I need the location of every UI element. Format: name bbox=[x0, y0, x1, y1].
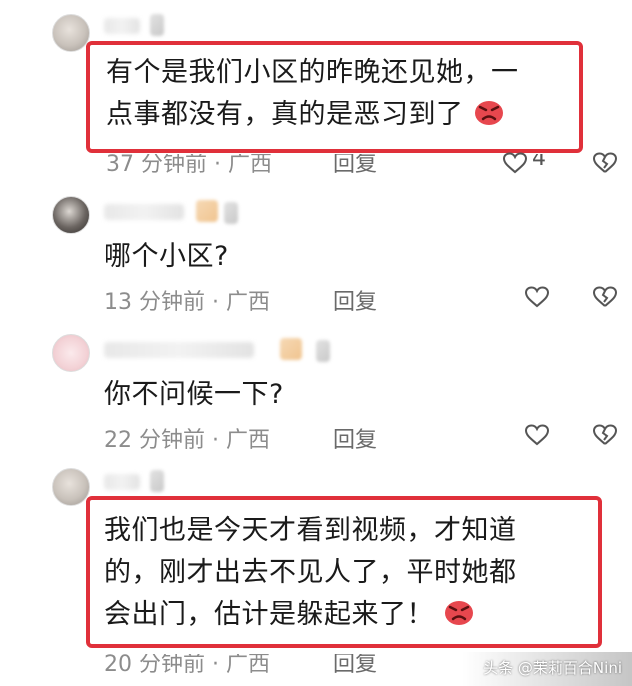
blurred-badge bbox=[150, 470, 164, 492]
avatar[interactable] bbox=[52, 334, 90, 372]
angry-face-icon bbox=[445, 601, 474, 625]
reply-button[interactable]: 回复 bbox=[333, 654, 377, 678]
comment-line: 会出门，估计是躲起来了！ bbox=[104, 599, 434, 630]
heart-icon[interactable] bbox=[524, 424, 550, 446]
comment-line: 点事都没有，真的是恶习到了 bbox=[106, 99, 464, 130]
comment-text: 哪个小区? bbox=[104, 241, 229, 272]
blurred-badge bbox=[280, 338, 302, 360]
comment-text: 有个是我们小区的昨晚还见她，一 点事都没有，真的是恶习到了 bbox=[106, 52, 519, 136]
reply-button[interactable]: 回复 bbox=[333, 284, 377, 316]
avatar[interactable] bbox=[52, 468, 90, 506]
avatar[interactable] bbox=[52, 14, 90, 52]
heart-icon[interactable] bbox=[502, 152, 528, 174]
comment-text: 我们也是今天才看到视频，才知道 的，刚才出去不见人了，平时她都 会出门，估计是躲… bbox=[104, 510, 517, 636]
blurred-username bbox=[104, 342, 254, 358]
comment-meta: 22 分钟前 · 广西 bbox=[104, 428, 270, 453]
comment-text: 你不问候一下? bbox=[104, 379, 284, 410]
comment-line: 的，刚才出去不见人了，平时她都 bbox=[104, 557, 517, 588]
blurred-username bbox=[104, 18, 140, 34]
comment-line: 有个是我们小区的昨晚还见她，一 bbox=[106, 57, 519, 88]
avatar[interactable] bbox=[52, 196, 90, 234]
blurred-username bbox=[104, 474, 140, 490]
blurred-badge bbox=[224, 202, 238, 224]
blurred-badge bbox=[196, 200, 218, 222]
broken-heart-icon[interactable] bbox=[592, 152, 618, 174]
heart-icon[interactable] bbox=[524, 286, 550, 308]
angry-face-icon bbox=[474, 101, 503, 125]
comment-meta: 13 分钟前 · 广西 bbox=[104, 290, 270, 315]
blurred-username bbox=[104, 204, 184, 220]
blurred-badge bbox=[316, 340, 330, 362]
comment-line: 我们也是今天才看到视频，才知道 bbox=[104, 515, 517, 546]
broken-heart-icon[interactable] bbox=[592, 286, 618, 308]
watermark: 头条 @茉莉百合Nini bbox=[483, 659, 622, 677]
reply-button[interactable]: 回复 bbox=[333, 422, 377, 454]
comment-meta: 20 分钟前 · 广西 bbox=[104, 652, 270, 677]
broken-heart-icon[interactable] bbox=[592, 424, 618, 446]
blurred-badge bbox=[150, 14, 164, 36]
